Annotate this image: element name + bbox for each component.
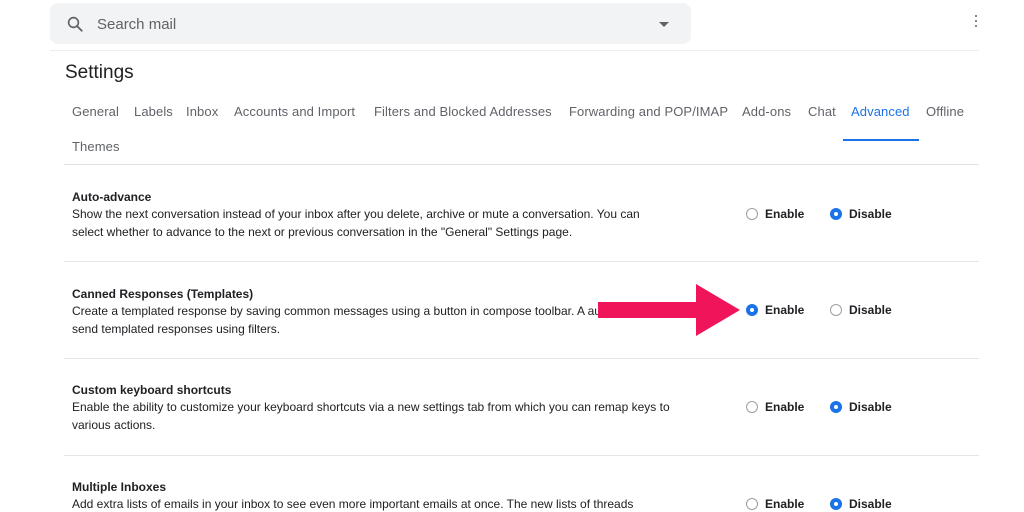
tab-general[interactable]: General [72, 102, 119, 122]
tab-filters-and-blocked-addresses[interactable]: Filters and Blocked Addresses [374, 102, 552, 122]
option-label: Enable [765, 303, 805, 317]
radio-checked-icon[interactable] [830, 401, 842, 413]
tab-add-ons[interactable]: Add-ons [742, 102, 791, 122]
search-icon[interactable] [66, 15, 84, 33]
divider [64, 455, 979, 456]
radio-checked-icon[interactable] [746, 304, 758, 316]
tab-accounts-and-import[interactable]: Accounts and Import [234, 102, 355, 122]
multiple-inboxes-enable-radio[interactable]: Enable [746, 497, 804, 511]
option-label: Disable [849, 497, 892, 511]
keyboard-shortcuts-disable-radio[interactable]: Disable [830, 400, 892, 414]
option-label: Enable [765, 400, 805, 414]
divider [64, 261, 979, 262]
tab-forwarding-pop-imap[interactable]: Forwarding and POP/IMAP [569, 102, 728, 122]
option-label: Disable [849, 207, 892, 221]
auto-advance-enable-radio[interactable]: Enable [746, 207, 804, 221]
search-options-icon[interactable] [659, 22, 669, 27]
multiple-inboxes-disable-radio[interactable]: Disable [830, 497, 892, 511]
radio-unchecked-icon[interactable] [746, 208, 758, 220]
setting-description: Enable the ability to customize your key… [72, 400, 670, 432]
option-label: Disable [849, 400, 892, 414]
tab-inbox[interactable]: Inbox [186, 102, 218, 122]
canned-responses-enable-radio[interactable]: Enable [746, 303, 804, 317]
setting-title: Multiple Inboxes [72, 480, 167, 494]
canned-responses-disable-radio[interactable]: Disable [830, 303, 892, 317]
tab-themes[interactable]: Themes [72, 137, 120, 157]
active-tab-indicator [843, 139, 919, 141]
setting-title: Auto-advance [72, 190, 152, 204]
radio-checked-icon[interactable] [830, 208, 842, 220]
divider [64, 164, 979, 165]
setting-description: Add extra lists of emails in your inbox … [72, 497, 634, 511]
search-input[interactable]: Search mail [97, 16, 176, 33]
tab-advanced[interactable]: Advanced [851, 102, 910, 122]
radio-unchecked-icon[interactable] [830, 304, 842, 316]
option-label: Enable [765, 497, 805, 511]
radio-unchecked-icon[interactable] [746, 498, 758, 510]
keyboard-shortcuts-enable-radio[interactable]: Enable [746, 400, 804, 414]
tab-offline[interactable]: Offline [926, 102, 964, 122]
divider [64, 358, 979, 359]
setting-description: Create a templated response by saving co… [72, 304, 658, 336]
setting-title: Custom keyboard shortcuts [72, 383, 232, 397]
auto-advance-disable-radio[interactable]: Disable [830, 207, 892, 221]
setting-description: Show the next conversation instead of yo… [72, 207, 640, 239]
more-options-icon[interactable] [975, 15, 978, 31]
tab-labels[interactable]: Labels [134, 102, 173, 122]
radio-unchecked-icon[interactable] [746, 401, 758, 413]
pink-arrow-icon [598, 284, 740, 336]
page-title: Settings [65, 62, 134, 83]
divider [50, 50, 979, 51]
setting-title: Canned Responses (Templates) [72, 287, 254, 301]
radio-checked-icon[interactable] [830, 498, 842, 510]
option-label: Enable [765, 207, 805, 221]
option-label: Disable [849, 303, 892, 317]
tab-chat[interactable]: Chat [808, 102, 836, 122]
search-bar[interactable]: Search mail [50, 3, 691, 44]
